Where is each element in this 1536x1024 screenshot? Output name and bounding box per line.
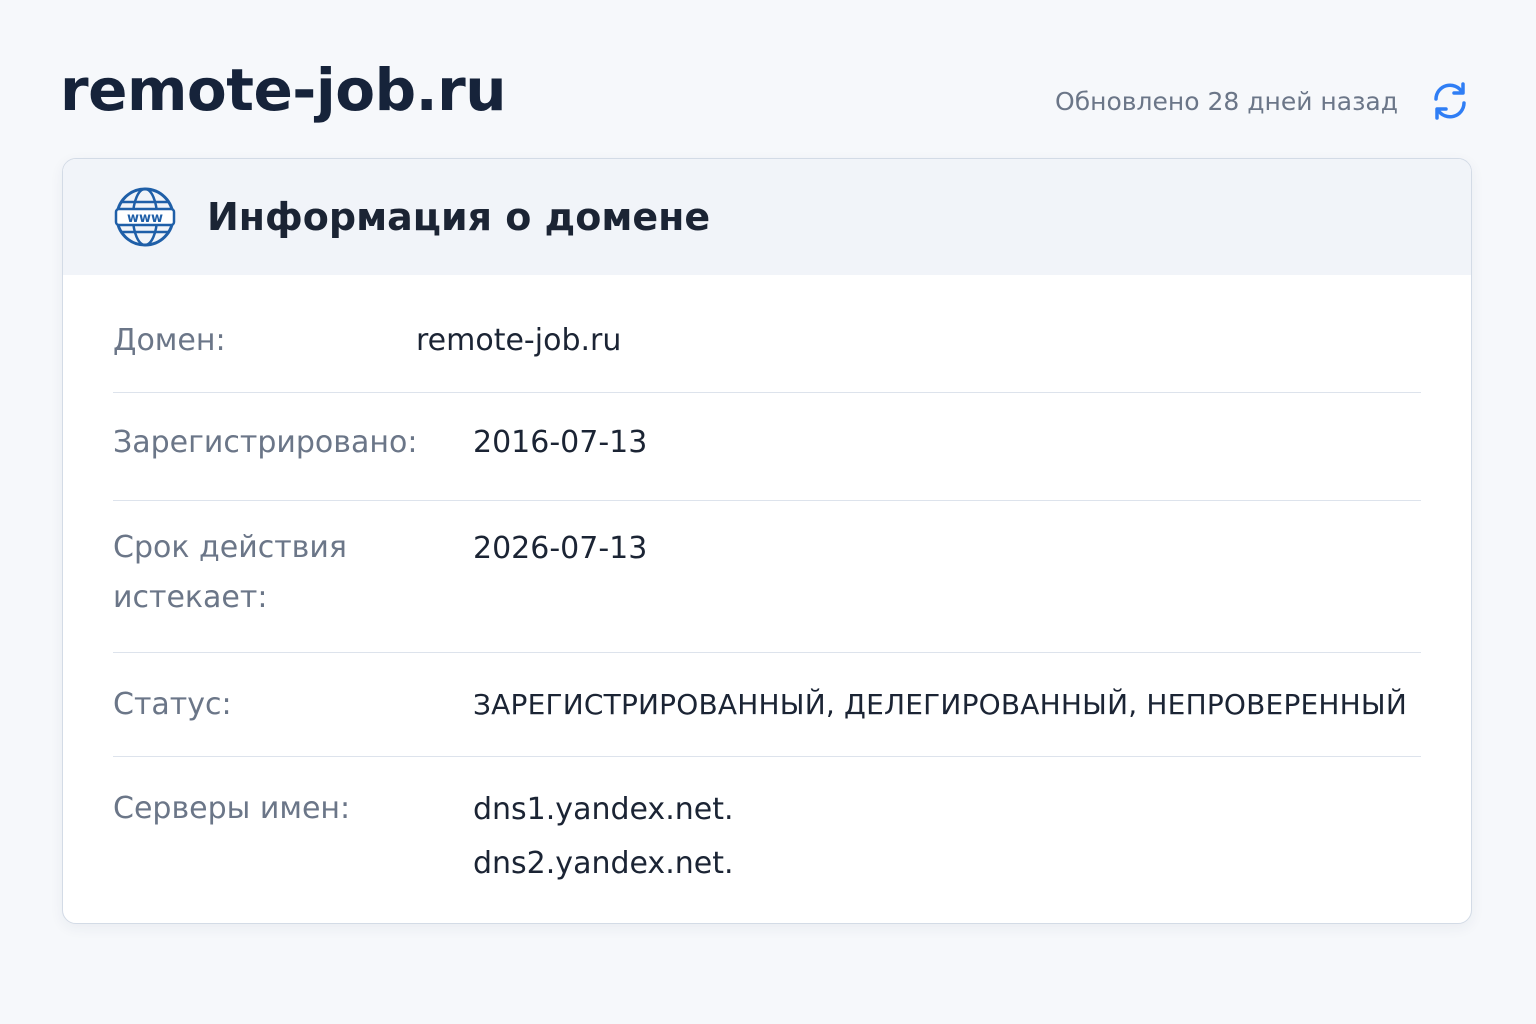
expires-label: Срок действия истекает:: [113, 523, 473, 652]
globe-www-label: www: [127, 211, 163, 226]
expires-label-line2: истекает:: [113, 580, 268, 615]
row-expires: Срок действия истекает: 2026-07-13: [113, 501, 1421, 653]
nameservers-label: Серверы имен:: [113, 791, 351, 826]
registered-value: 2016-07-13: [473, 425, 648, 460]
domain-value: remote-job.ru: [416, 323, 622, 358]
row-registered: Зарегистрировано: 2016-07-13: [113, 393, 1421, 501]
updated-text: Обновлено 28 дней назад: [1055, 86, 1398, 116]
page: remote-job.ru Обновлено 28 дней назад ww…: [0, 0, 1536, 1024]
row-nameservers: Серверы имен: dns1.yandex.net. dns2.yand…: [113, 757, 1421, 891]
page-title: remote-job.ru: [60, 56, 507, 124]
status-label: Статус:: [113, 687, 232, 722]
update-status: Обновлено 28 дней назад: [1055, 74, 1476, 128]
domain-info-card: www Информация о домене Домен: remote-jo…: [62, 158, 1472, 924]
registered-label: Зарегистрировано:: [113, 425, 418, 460]
row-status: Статус: ЗАРЕГИСТРИРОВАННЫЙ, ДЕЛЕГИРОВАНН…: [113, 653, 1421, 757]
card-header: www Информация о домене: [63, 159, 1471, 275]
expires-value: 2026-07-13: [473, 531, 648, 566]
globe-www-icon: www: [114, 187, 176, 247]
nameserver-item: dns1.yandex.net.: [473, 792, 734, 827]
refresh-icon: [1434, 82, 1466, 120]
refresh-button[interactable]: [1424, 75, 1476, 127]
domain-label: Домен:: [113, 323, 226, 358]
card-title: Информация о домене: [207, 195, 711, 239]
expires-label-line1: Срок действия: [113, 530, 347, 565]
nameserver-item: dns2.yandex.net.: [473, 846, 734, 881]
row-domain: Домен: remote-job.ru: [113, 275, 1421, 393]
info-rows: Домен: remote-job.ru Зарегистрировано: 2…: [63, 275, 1471, 891]
status-value: ЗАРЕГИСТРИРОВАННЫЙ, ДЕЛЕГИРОВАННЫЙ, НЕПР…: [473, 688, 1407, 721]
nameservers-list: dns1.yandex.net. dns2.yandex.net.: [473, 783, 734, 891]
